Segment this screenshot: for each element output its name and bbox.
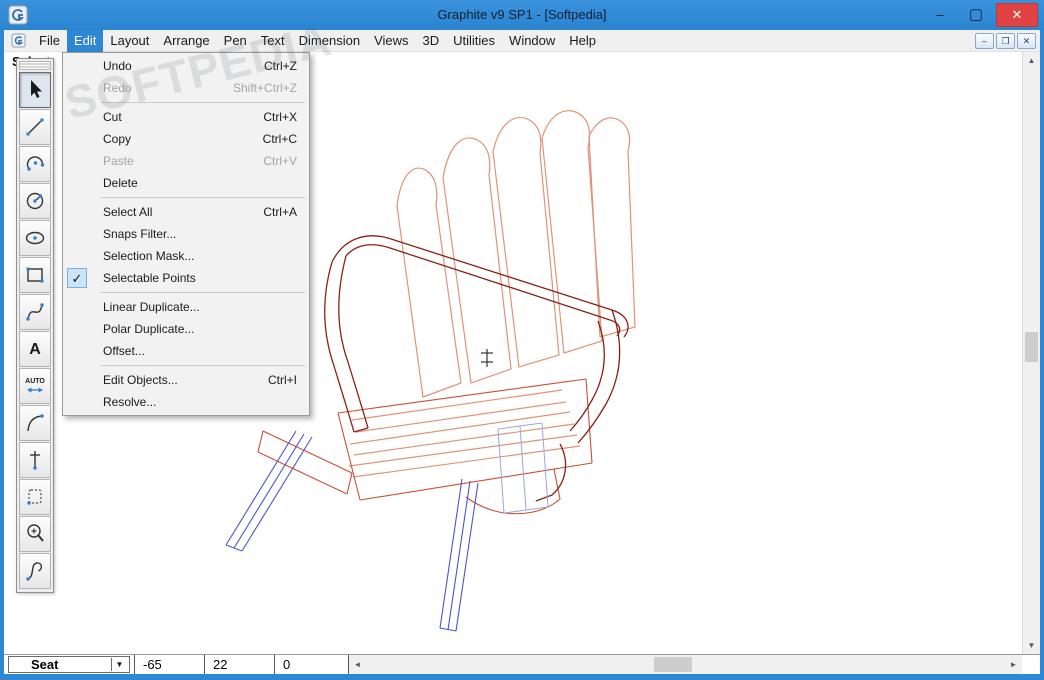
- tool-auto-dimension[interactable]: AUTO: [19, 368, 51, 404]
- menu-window[interactable]: Window: [502, 30, 562, 52]
- chair-front-legs: [225, 430, 479, 632]
- menu-item-selectable-points[interactable]: ✓ Selectable Points: [63, 267, 309, 289]
- menu-item-resolve[interactable]: Resolve...: [63, 391, 309, 413]
- checkmark-icon: ✓: [67, 268, 87, 288]
- chair-back-slats: [348, 110, 636, 478]
- menu-edit[interactable]: Edit: [66, 29, 104, 52]
- select-arrow-icon: [31, 80, 42, 98]
- menu-views[interactable]: Views: [367, 30, 415, 52]
- menu-item-cut[interactable]: Cut Ctrl+X: [63, 106, 309, 128]
- maximize-button[interactable]: ▢: [960, 3, 992, 27]
- chair-hidden-lines: [497, 422, 549, 514]
- zoom-icon: [27, 524, 44, 542]
- tool-palette: A AUTO: [16, 58, 54, 593]
- menu-item-copy[interactable]: Copy Ctrl+C: [63, 128, 309, 150]
- mdi-controls: – ❐ ✕: [975, 33, 1036, 49]
- edit-dropdown-menu: Undo Ctrl+Z Redo Shift+Ctrl+Z Cut Ctrl+X…: [62, 52, 310, 416]
- vertical-scrollbar[interactable]: ▲ ▼: [1022, 52, 1040, 654]
- tool-circle[interactable]: [19, 183, 51, 219]
- tool-select-arrow[interactable]: [19, 72, 51, 108]
- menu-arrange[interactable]: Arrange: [156, 30, 216, 52]
- menu-item-redo[interactable]: Redo Shift+Ctrl+Z: [63, 77, 309, 99]
- horizontal-scrollbar[interactable]: ◄ ►: [348, 655, 1022, 674]
- coordinate-z-field[interactable]: 0: [274, 655, 348, 674]
- curve-icon: [26, 562, 43, 581]
- menu-item-delete[interactable]: Delete: [63, 172, 309, 194]
- menu-item-polar-duplicate[interactable]: Polar Duplicate...: [63, 318, 309, 340]
- scroll-left-icon[interactable]: ◄: [349, 655, 366, 674]
- menu-item-edit-objects[interactable]: Edit Objects... Ctrl+I: [63, 369, 309, 391]
- menu-help[interactable]: Help: [562, 30, 603, 52]
- menu-item-paste[interactable]: Paste Ctrl+V: [63, 150, 309, 172]
- menubar: File Edit Layout Arrange Pen Text Dimens…: [4, 29, 1040, 52]
- svg-text:A: A: [29, 341, 41, 358]
- crosshair-cursor: [481, 349, 493, 367]
- scroll-down-icon[interactable]: ▼: [1023, 637, 1040, 654]
- circle-icon: [26, 192, 44, 210]
- tool-ellipse[interactable]: [19, 220, 51, 256]
- svg-text:AUTO: AUTO: [25, 378, 45, 385]
- rectangle-icon: [26, 267, 44, 283]
- menu-text[interactable]: Text: [254, 30, 292, 52]
- mdi-restore-button[interactable]: ❐: [996, 33, 1015, 49]
- menu-separator: [101, 292, 305, 293]
- chamfer-icon: [27, 489, 42, 505]
- palette-grip[interactable]: [19, 61, 51, 70]
- mdi-close-button[interactable]: ✕: [1017, 33, 1036, 49]
- tool-chamfer[interactable]: [19, 479, 51, 515]
- coordinate-x-field[interactable]: -65: [134, 655, 204, 674]
- document-icon: [11, 33, 26, 48]
- close-button[interactable]: ✕: [996, 3, 1038, 27]
- tool-curve[interactable]: [19, 553, 51, 589]
- menu-separator: [101, 197, 305, 198]
- menu-3d[interactable]: 3D: [416, 30, 447, 52]
- fillet-icon: [27, 414, 44, 432]
- menu-utilities[interactable]: Utilities: [446, 30, 502, 52]
- arc-icon: [26, 156, 45, 171]
- menu-item-offset[interactable]: Offset...: [63, 340, 309, 362]
- ellipse-icon: [25, 231, 45, 245]
- menu-item-selection-mask[interactable]: Selection Mask...: [63, 245, 309, 267]
- menu-dimension[interactable]: Dimension: [292, 30, 367, 52]
- menu-separator: [101, 102, 305, 103]
- menu-item-snaps-filter[interactable]: Snaps Filter...: [63, 223, 309, 245]
- tool-rectangle[interactable]: [19, 257, 51, 293]
- menu-layout[interactable]: Layout: [103, 30, 156, 52]
- menu-pen[interactable]: Pen: [217, 30, 254, 52]
- menu-item-linear-duplicate[interactable]: Linear Duplicate...: [63, 296, 309, 318]
- chair-arms: [324, 235, 629, 502]
- app-window: Graphite v9 SP1 - [Softpedia] – ▢ ✕ File…: [0, 0, 1044, 680]
- horizontal-scrollbar-thumb[interactable]: [654, 657, 692, 672]
- auto-dimension-icon: AUTO: [25, 378, 45, 393]
- titlebar[interactable]: Graphite v9 SP1 - [Softpedia] – ▢ ✕: [0, 0, 1044, 30]
- dropdown-arrow-icon[interactable]: ▼: [111, 658, 127, 671]
- vertical-scrollbar-thumb[interactable]: [1025, 332, 1038, 362]
- text-tool-icon: A: [29, 341, 41, 358]
- menu-file[interactable]: File: [32, 30, 67, 52]
- tool-zoom[interactable]: [19, 516, 51, 552]
- window-title: Graphite v9 SP1 - [Softpedia]: [437, 7, 607, 22]
- tool-fillet[interactable]: [19, 405, 51, 441]
- mdi-minimize-button[interactable]: –: [975, 33, 994, 49]
- layer-selector-value: Seat: [31, 657, 59, 672]
- tool-spline[interactable]: [19, 294, 51, 330]
- tool-perpendicular[interactable]: [19, 442, 51, 478]
- tool-text[interactable]: A: [19, 331, 51, 367]
- menu-separator: [101, 365, 305, 366]
- statusbar: Seat ▼ -65 22 0 ◄ ►: [4, 654, 1040, 674]
- layer-selector[interactable]: Seat ▼: [8, 656, 130, 673]
- scroll-right-icon[interactable]: ►: [1005, 655, 1022, 674]
- menu-item-select-all[interactable]: Select All Ctrl+A: [63, 201, 309, 223]
- line-icon: [26, 118, 44, 136]
- coordinate-y-field[interactable]: 22: [204, 655, 274, 674]
- scroll-up-icon[interactable]: ▲: [1023, 52, 1040, 69]
- minimize-button[interactable]: –: [924, 3, 956, 27]
- spline-icon: [26, 303, 44, 321]
- menu-item-undo[interactable]: Undo Ctrl+Z: [63, 55, 309, 77]
- tool-line[interactable]: [19, 109, 51, 145]
- tool-arc[interactable]: [19, 146, 51, 182]
- perpendicular-icon: [30, 451, 40, 470]
